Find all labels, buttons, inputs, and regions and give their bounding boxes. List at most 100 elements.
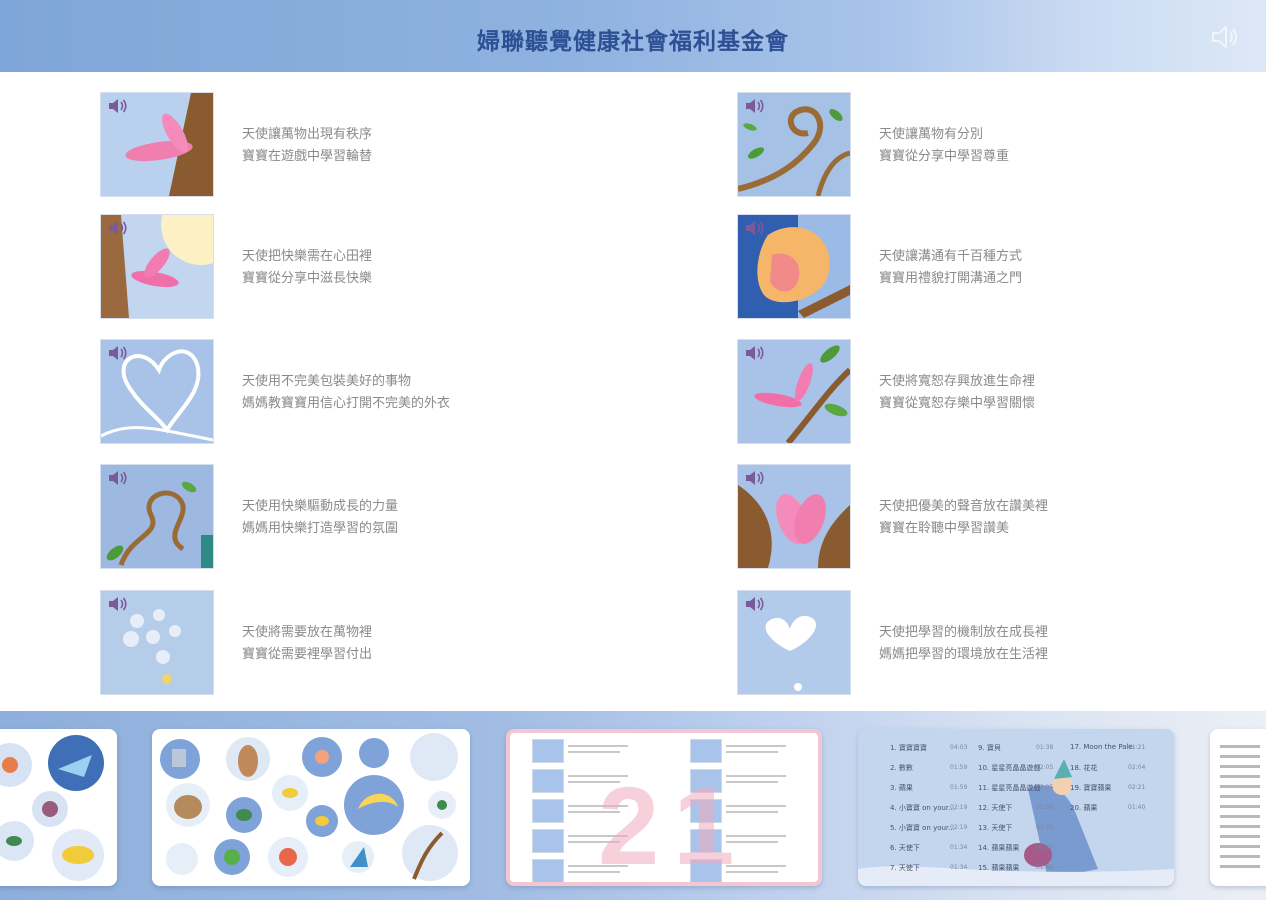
menu-duration: 01:59 <box>950 764 968 771</box>
menu-duration: 04:03 <box>950 744 968 751</box>
speaker-icon[interactable] <box>107 469 129 487</box>
menu-duration: 02:19 <box>950 824 968 831</box>
speaker-icon[interactable] <box>744 595 766 613</box>
caption-line: 天使讓萬物有分別 <box>879 127 984 142</box>
speaker-icon[interactable] <box>744 219 766 237</box>
menu-duration: 01:21 <box>1128 744 1146 751</box>
menu-item[interactable]: 1. 寶寶寶寶 <box>890 743 927 753</box>
page-title: 婦聯聽覺健康社會福利基金會 <box>477 29 789 55</box>
menu-item[interactable]: 11. 星星亮晶晶遊戲 <box>978 783 1040 793</box>
caption-line: 媽媽用快樂打造學習的氛圍 <box>242 521 399 536</box>
menu-duration: 01:40 <box>1036 844 1054 851</box>
menu-duration: 02:21 <box>1128 784 1146 791</box>
menu-duration: 01:38 <box>1036 744 1054 751</box>
page-number: 21 <box>598 765 749 886</box>
menu-item[interactable]: 7. 天使下 <box>890 863 920 873</box>
menu-item[interactable]: 13. 天使下 <box>978 823 1012 833</box>
caption-line: 媽媽把學習的環境放在生活裡 <box>879 647 1049 662</box>
speaker-icon[interactable] <box>107 344 129 362</box>
menu-duration: 01:40 <box>1128 804 1146 811</box>
song-row[interactable]: 天使讓萬物出現有秩序 寶寶在遊戲中學習輪替 <box>100 92 660 197</box>
song-row[interactable]: 天使用快樂驅動成長的力量 媽媽用快樂打造學習的氛圍 <box>100 464 660 569</box>
caption-line: 天使將需要放在萬物裡 <box>242 625 373 640</box>
menu-item[interactable]: 3. 蘋果 <box>890 783 913 793</box>
caption-line: 天使用快樂驅動成長的力量 <box>242 499 399 514</box>
caption-line: 天使讓萬物出現有秩序 <box>242 127 373 142</box>
menu-item[interactable]: 12. 天使下 <box>978 803 1012 813</box>
menu-item[interactable]: 4. 小寶寶 on your... <box>890 803 955 813</box>
menu-item[interactable]: 20. 蘋果 <box>1070 803 1097 813</box>
caption-line: 天使將寬恕存興放進生命裡 <box>879 374 1036 389</box>
page-thumbnail[interactable] <box>152 729 470 886</box>
song-row[interactable]: 天使將需要放在萬物裡 寶寶從需要裡學習付出 <box>100 590 660 695</box>
page-thumbnail-strip[interactable]: 21 1. 寶寶寶寶 04:03 2. 數數 01:59 3. 蘋果 01:59… <box>0 711 1266 900</box>
song-thumbnail[interactable] <box>737 92 851 197</box>
menu-item[interactable]: 5. 小寶寶 on your... <box>890 823 955 833</box>
menu-item[interactable]: 10. 星星亮晶晶遊戲 <box>978 763 1040 773</box>
song-row[interactable]: 天使讓萬物有分別 寶寶從分享中學習尊重 <box>737 92 1266 197</box>
song-thumbnail[interactable] <box>100 339 214 444</box>
song-thumbnail[interactable] <box>737 590 851 695</box>
caption-line: 寶寶在遊戲中學習輪替 <box>242 149 373 164</box>
song-caption: 天使把學習的機制放在成長裡 媽媽把學習的環境放在生活裡 <box>879 622 1048 666</box>
page-thumbnail[interactable] <box>1210 729 1266 886</box>
song-thumbnail[interactable] <box>100 92 214 197</box>
caption-line: 天使把學習的機制放在成長裡 <box>879 625 1049 640</box>
caption-line: 寶寶用禮貌打開溝通之門 <box>879 271 1023 286</box>
song-row[interactable]: 天使將寬恕存興放進生命裡 寶寶從寬恕存樂中學習關懷 <box>737 339 1266 444</box>
menu-item[interactable]: 6. 天使下 <box>890 843 920 853</box>
page-thumbnail[interactable]: 1. 寶寶寶寶 04:03 2. 數數 01:59 3. 蘋果 01:59 4.… <box>858 729 1174 886</box>
menu-item[interactable]: 18. 花花 <box>1070 763 1097 773</box>
menu-duration: 02:05 <box>1036 784 1054 791</box>
current-page-thumbnail[interactable]: 21 <box>506 729 822 886</box>
menu-item[interactable]: 15. 蘋果蘋果 <box>978 863 1019 873</box>
song-thumbnail[interactable] <box>737 464 851 569</box>
menu-item[interactable]: 17. Moon the Pale <box>1070 743 1133 751</box>
speaker-icon[interactable] <box>107 97 129 115</box>
song-caption: 天使把快樂需在心田裡 寶寶從分享中滋長快樂 <box>242 246 372 290</box>
menu-duration: 02:04 <box>1128 764 1146 771</box>
speaker-icon[interactable] <box>744 469 766 487</box>
song-thumbnail[interactable] <box>100 464 214 569</box>
caption-line: 天使把快樂需在心田裡 <box>242 249 373 264</box>
menu-duration: 01:30 <box>1036 804 1054 811</box>
mini-song-row <box>532 739 672 763</box>
song-caption: 天使讓溝通有千百種方式 寶寶用禮貌打開溝通之門 <box>879 246 1022 290</box>
menu-item[interactable]: 14. 蘋果蘋果 <box>978 843 1019 853</box>
speaker-icon[interactable] <box>1210 24 1240 50</box>
menu-duration: 01:59 <box>950 784 968 791</box>
menu-item[interactable]: 19. 寶寶蘋果 <box>1070 783 1111 793</box>
speaker-icon[interactable] <box>107 219 129 237</box>
mini-song-row <box>690 739 818 763</box>
song-row[interactable]: 天使用不完美包裝美好的事物 媽媽教寶寶用信心打開不完美的外衣 <box>100 339 660 444</box>
speaker-icon[interactable] <box>744 97 766 115</box>
song-row[interactable]: 天使把學習的機制放在成長裡 媽媽把學習的環境放在生活裡 <box>737 590 1266 695</box>
song-caption: 天使用不完美包裝美好的事物 媽媽教寶寶用信心打開不完美的外衣 <box>242 371 450 415</box>
song-caption: 天使用快樂驅動成長的力量 媽媽用快樂打造學習的氛圍 <box>242 496 398 540</box>
caption-line: 寶寶在聆聽中學習讚美 <box>879 521 1010 536</box>
song-caption: 天使將需要放在萬物裡 寶寶從需要裡學習付出 <box>242 622 372 666</box>
song-thumbnail[interactable] <box>737 339 851 444</box>
caption-line: 天使用不完美包裝美好的事物 <box>242 374 412 389</box>
song-thumbnail[interactable] <box>737 214 851 319</box>
song-thumbnail[interactable] <box>100 590 214 695</box>
menu-item[interactable]: 2. 數數 <box>890 763 913 773</box>
song-row[interactable]: 天使把優美的聲音放在讚美裡 寶寶在聆聽中學習讚美 <box>737 464 1266 569</box>
menu-item[interactable]: 9. 寶貝 <box>978 743 1001 753</box>
caption-line: 寶寶從分享中滋長快樂 <box>242 271 373 286</box>
menu-duration: 01:30 <box>1036 824 1054 831</box>
song-row[interactable]: 天使把快樂需在心田裡 寶寶從分享中滋長快樂 <box>100 214 660 319</box>
header-bar: 婦聯聽覺健康社會福利基金會 <box>0 0 1266 72</box>
song-caption: 天使讓萬物出現有秩序 寶寶在遊戲中學習輪替 <box>242 124 372 168</box>
speaker-icon[interactable] <box>107 595 129 613</box>
song-thumbnail[interactable] <box>100 214 214 319</box>
caption-line: 寶寶從分享中學習尊重 <box>879 149 1010 164</box>
page-thumbnail[interactable] <box>0 729 117 886</box>
caption-line: 寶寶從寬恕存樂中學習關懷 <box>879 396 1036 411</box>
speaker-icon[interactable] <box>744 344 766 362</box>
song-caption: 天使讓萬物有分別 寶寶從分享中學習尊重 <box>879 124 1009 168</box>
song-row[interactable]: 天使讓溝通有千百種方式 寶寶用禮貌打開溝通之門 <box>737 214 1266 319</box>
menu-duration: 02:05 <box>1036 764 1054 771</box>
menu-duration: 01:40 <box>1036 864 1054 871</box>
caption-line: 媽媽教寶寶用信心打開不完美的外衣 <box>242 396 451 411</box>
